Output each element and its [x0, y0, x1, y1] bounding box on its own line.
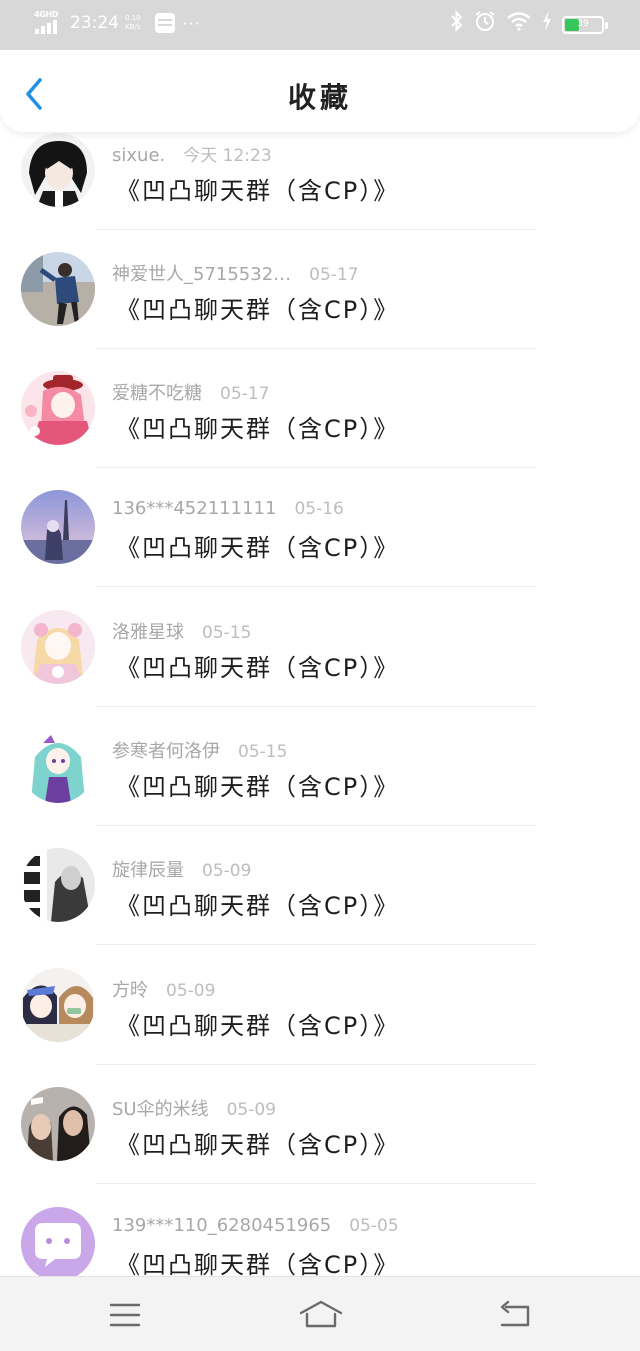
- message-date: 05-17: [309, 265, 359, 285]
- more-notifications-icon: ···: [182, 13, 201, 33]
- sender-name: 139***110_6280451965: [112, 1215, 332, 1236]
- charging-bolt-icon: [542, 11, 552, 39]
- message-content: 《凹凸聊天群（含CP）》: [116, 177, 400, 205]
- divider: [96, 586, 536, 587]
- message-date: 05-05: [349, 1216, 399, 1236]
- status-bar: 4GHD 23:24 0.10 KB/s ··· 39: [0, 0, 640, 50]
- avatar: [21, 371, 95, 445]
- message-content: 《凹凸聊天群（含CP）》: [116, 773, 400, 801]
- speed-value: 0.10: [125, 14, 141, 22]
- message-content: 《凹凸聊天群（含CP）》: [116, 415, 400, 443]
- message-meta: 洛雅星球 05-15: [112, 618, 251, 644]
- message-content: 《凹凸聊天群（含CP）》: [116, 296, 400, 324]
- message-date: 05-09: [226, 1100, 277, 1120]
- top-header: 收藏: [0, 50, 640, 132]
- list-item[interactable]: 139***110_6280451965 05-05 《凹凸聊天群（含CP）》: [0, 1207, 640, 1276]
- return-icon: [500, 1300, 530, 1327]
- sender-name: SU伞的米线: [112, 1099, 209, 1120]
- network-speed: 0.10 KB/s: [125, 14, 141, 32]
- sender-name: 参寒者何洛伊: [112, 741, 220, 762]
- message-meta: 参寒者何洛伊 05-15: [112, 737, 287, 763]
- list-item[interactable]: 136***452111111 05-16 《凹凸聊天群（含CP）》: [0, 490, 640, 609]
- list-item[interactable]: 爱糖不吃糖 05-17 《凹凸聊天群（含CP）》: [0, 371, 640, 490]
- message-date: 05-17: [220, 384, 270, 404]
- bluetooth-icon: [450, 10, 464, 40]
- page-title: 收藏: [287, 81, 352, 114]
- clock: 23:24: [70, 13, 119, 33]
- divider: [96, 348, 536, 349]
- message-date: 05-15: [238, 742, 288, 762]
- message-meta: 139***110_6280451965 05-05: [112, 1215, 399, 1236]
- menu-button[interactable]: [105, 1299, 145, 1331]
- sender-name: 神爱世人_5715532…: [112, 264, 292, 285]
- avatar: [21, 968, 95, 1042]
- divider: [96, 229, 536, 230]
- avatar: [21, 848, 95, 922]
- alarm-clock-icon: [474, 10, 496, 40]
- sender-name: 洛雅星球: [112, 622, 184, 643]
- favorites-list: sixue. 今天 12:23 《凹凸聊天群（含CP）》 神爱世人_5715532…: [0, 130, 640, 1276]
- return-button[interactable]: [494, 1299, 534, 1331]
- message-meta: 神爱世人_5715532… 05-17: [112, 260, 359, 286]
- list-item[interactable]: 旋律辰量 05-09 《凹凸聊天群（含CP）》: [0, 848, 640, 967]
- avatar: [21, 133, 95, 207]
- message-meta: 方昤 05-09: [112, 976, 215, 1002]
- divider: [96, 825, 536, 826]
- network-type: 4GHD: [34, 10, 59, 19]
- list-item[interactable]: 参寒者何洛伊 05-15 《凹凸聊天群（含CP）》: [0, 729, 640, 848]
- avatar: [21, 252, 95, 326]
- system-nav-bar: [0, 1276, 640, 1351]
- sender-name: 旋律辰量: [112, 860, 184, 881]
- divider: [96, 944, 536, 945]
- avatar: [21, 490, 95, 564]
- message-meta: SU伞的米线 05-09: [112, 1095, 276, 1121]
- sim-card-icon: [154, 13, 175, 33]
- message-meta: sixue. 今天 12:23: [112, 141, 272, 166]
- message-date: 05-09: [202, 861, 252, 881]
- message-content: 《凹凸聊天群（含CP）》: [116, 654, 400, 682]
- avatar: [21, 610, 95, 684]
- sender-name: sixue.: [112, 145, 166, 166]
- list-item[interactable]: 方昤 05-09 《凹凸聊天群（含CP）》: [0, 968, 640, 1087]
- speed-unit: KB/s: [125, 23, 141, 31]
- message-content: 《凹凸聊天群（含CP）》: [116, 1012, 400, 1040]
- sender-name: 爱糖不吃糖: [112, 383, 202, 404]
- message-date: 05-16: [294, 499, 344, 519]
- list-item[interactable]: SU伞的米线 05-09 《凹凸聊天群（含CP）》: [0, 1087, 640, 1206]
- signal-icon: 4GHD: [34, 10, 62, 36]
- message-content: 《凹凸聊天群（含CP）》: [116, 1131, 400, 1159]
- home-button[interactable]: [298, 1299, 344, 1331]
- message-date: 05-09: [166, 981, 216, 1001]
- avatar: [21, 1207, 95, 1276]
- divider: [96, 1183, 536, 1184]
- message-date: 今天 12:23: [183, 146, 272, 166]
- menu-icon: [109, 1303, 141, 1327]
- message-meta: 旋律辰量 05-09: [112, 856, 251, 882]
- message-content: 《凹凸聊天群（含CP）》: [116, 892, 400, 920]
- sender-name: 136***452111111: [112, 498, 277, 519]
- sender-name: 方昤: [112, 980, 148, 1001]
- battery-percent: 39: [577, 19, 589, 29]
- home-icon: [299, 1300, 343, 1328]
- message-meta: 爱糖不吃糖 05-17: [112, 379, 269, 405]
- avatar: [21, 729, 95, 803]
- message-content: 《凹凸聊天群（含CP）》: [116, 534, 400, 562]
- divider: [96, 1064, 536, 1065]
- message-content: 《凹凸聊天群（含CP）》: [116, 1251, 400, 1276]
- list-item[interactable]: 神爱世人_5715532… 05-17 《凹凸聊天群（含CP）》: [0, 252, 640, 371]
- wifi-icon: [506, 11, 532, 39]
- list-item[interactable]: 洛雅星球 05-15 《凹凸聊天群（含CP）》: [0, 610, 640, 729]
- message-date: 05-15: [202, 623, 252, 643]
- message-meta: 136***452111111 05-16: [112, 498, 344, 519]
- avatar: [21, 1087, 95, 1161]
- battery-icon: 39: [562, 16, 608, 34]
- list-item[interactable]: sixue. 今天 12:23 《凹凸聊天群（含CP）》: [0, 133, 640, 252]
- divider: [96, 706, 536, 707]
- divider: [96, 467, 536, 468]
